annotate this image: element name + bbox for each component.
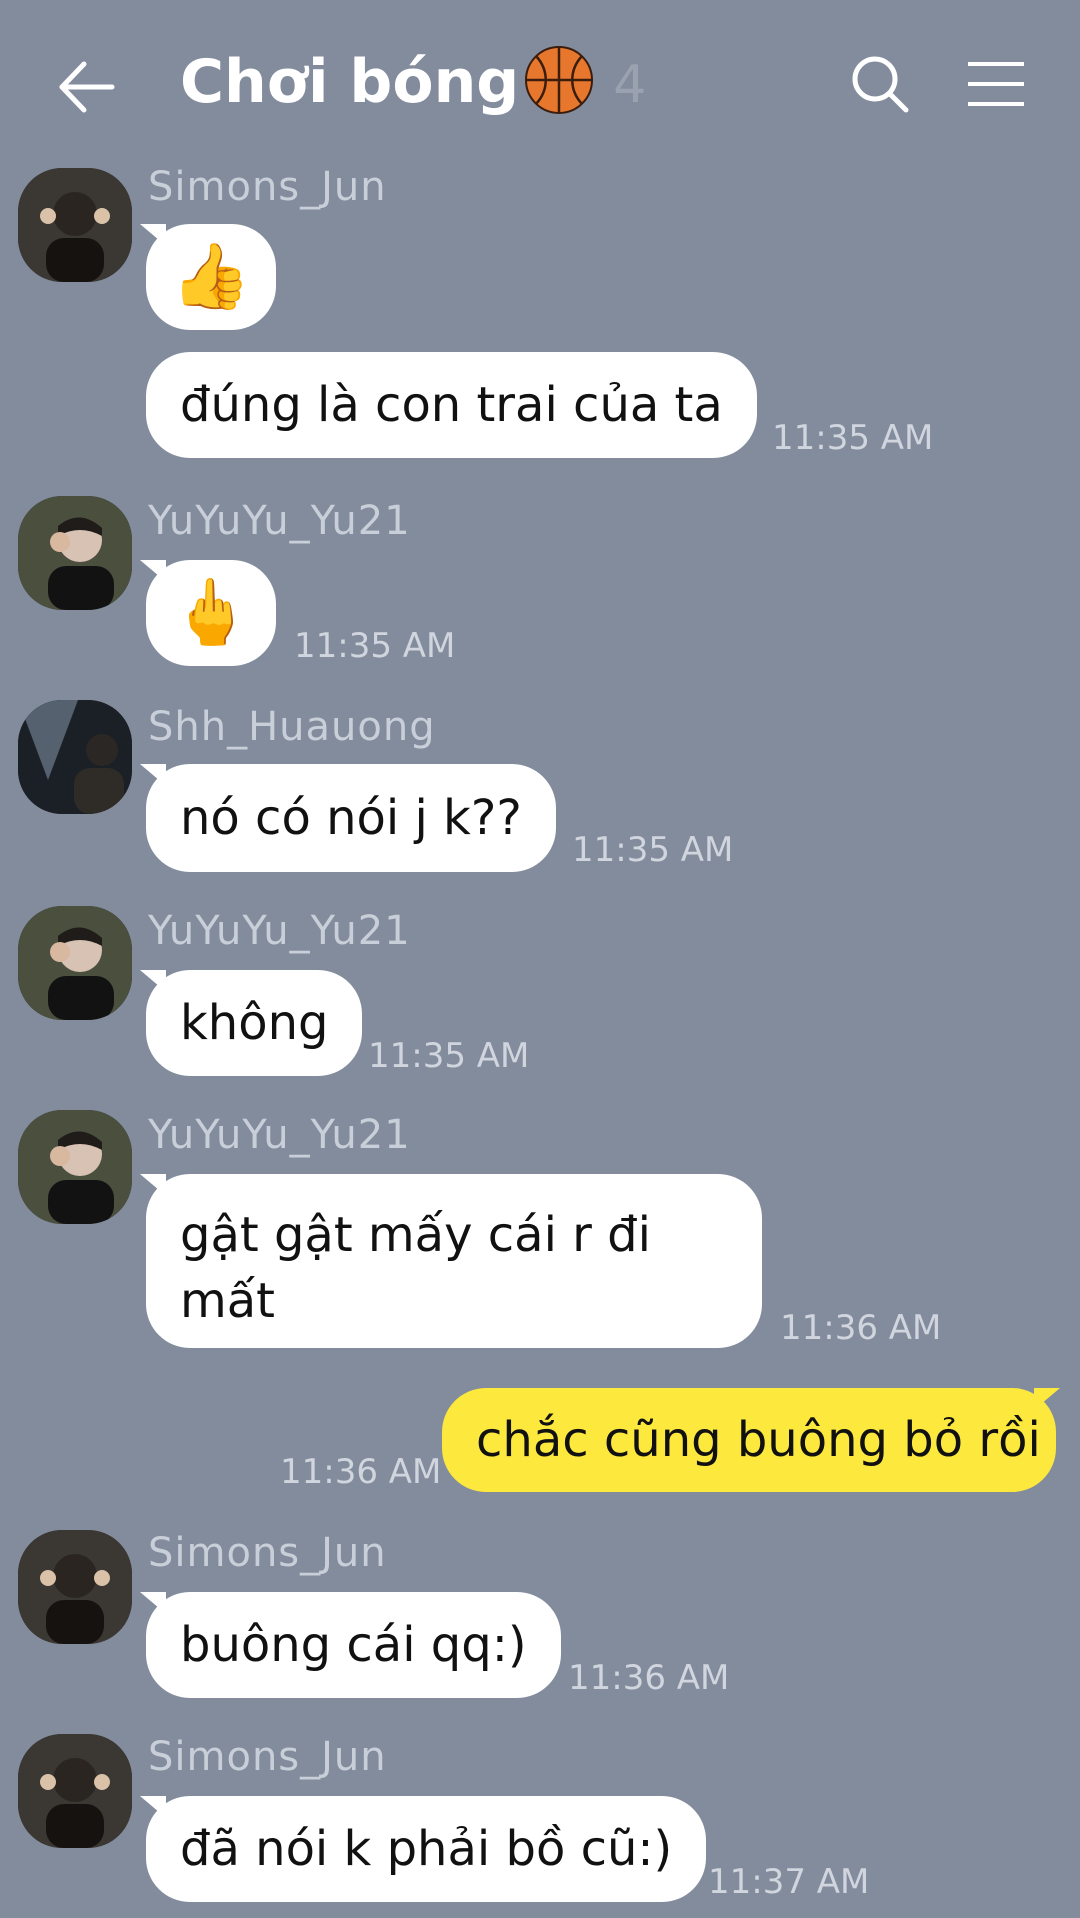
chat-title-text: Chơi bóng (180, 47, 520, 117)
message-bubble[interactable]: đúng là con trai của ta (146, 352, 757, 458)
message-time: 11:36 AM (568, 1658, 730, 1698)
search-icon (852, 56, 909, 113)
chat-title[interactable]: Chơi bóng 4 (180, 44, 646, 117)
message-bubble-mine[interactable]: chắc cũng buông bỏ rồi (442, 1388, 1056, 1492)
back-arrow-icon (59, 61, 115, 113)
avatar[interactable] (18, 496, 132, 610)
basketball-icon (525, 46, 594, 114)
message-time: 11:35 AM (772, 418, 934, 458)
search-button[interactable] (848, 52, 912, 116)
avatar[interactable] (18, 1530, 132, 1644)
message-time: 11:35 AM (572, 830, 734, 870)
sender-name: Shh_Huauong (148, 704, 436, 750)
message-time: 11:36 AM (280, 1452, 442, 1492)
member-count: 4 (613, 55, 647, 115)
message-bubble[interactable]: buông cái qq:) (146, 1592, 561, 1698)
back-button[interactable] (54, 52, 134, 122)
message-time: 11:36 AM (780, 1308, 942, 1348)
sender-name: Simons_Jun (148, 1530, 387, 1576)
avatar[interactable] (18, 1110, 132, 1224)
message-time: 11:35 AM (294, 626, 456, 666)
message-bubble[interactable]: gật gật mấy cái r đi mất (146, 1174, 762, 1348)
avatar[interactable] (18, 1734, 132, 1848)
menu-button[interactable] (964, 56, 1028, 112)
sender-name: YuYuYu_Yu21 (148, 908, 411, 954)
sender-name: Simons_Jun (148, 164, 387, 210)
avatar[interactable] (18, 906, 132, 1020)
message-bubble[interactable]: 👍 (146, 224, 276, 330)
hamburger-menu-icon (968, 62, 1024, 106)
message-bubble[interactable]: không (146, 970, 363, 1076)
message-bubble[interactable]: nó có nói j k?? (146, 764, 556, 872)
message-bubble[interactable]: đã nói k phải bồ cũ:) (146, 1796, 707, 1902)
chat-header: Chơi bóng 4 (0, 0, 1080, 170)
avatar[interactable] (18, 700, 132, 814)
avatar[interactable] (18, 168, 132, 282)
message-time: 11:35 AM (368, 1036, 530, 1076)
sender-name: Simons_Jun (148, 1734, 387, 1780)
sender-name: YuYuYu_Yu21 (148, 1112, 411, 1158)
sender-name: YuYuYu_Yu21 (148, 498, 411, 544)
message-bubble[interactable]: 🖕 (146, 560, 276, 666)
message-time: 11:37 AM (708, 1862, 870, 1902)
